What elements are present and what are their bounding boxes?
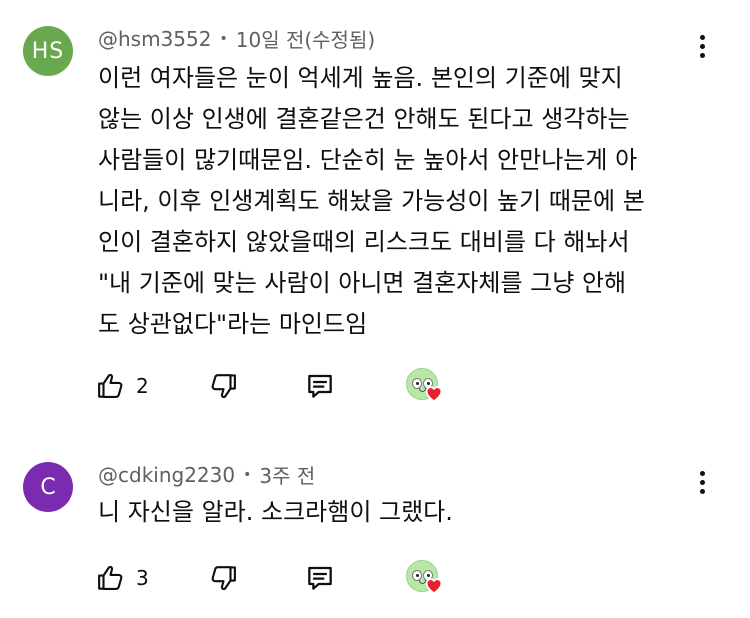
heart-icon bbox=[425, 386, 443, 402]
comment-meta: @cdking2230 • 3주 전 bbox=[98, 460, 315, 489]
comment-meta: @hsm3552 • 10일 전(수정됨) bbox=[98, 24, 375, 53]
thumbs-up-icon bbox=[98, 373, 123, 398]
comment-text: 니 자신을 알라. 소크라햄이 그랬다. bbox=[98, 492, 698, 533]
more-vertical-icon bbox=[699, 34, 705, 40]
like-button[interactable]: 2 bbox=[96, 366, 149, 406]
reply-comment-icon bbox=[308, 566, 332, 590]
creator-heart-badge bbox=[404, 558, 444, 598]
comment-line: 인이 결혼하지 않았을때의 리스크도 대비를 다 해놔서 bbox=[98, 228, 630, 256]
comment-line: 니 자신을 알라. 소크라햄이 그랬다. bbox=[98, 498, 453, 526]
comment-line: 니라, 이후 인생계획도 해놨을 가능성이 높기 때문에 본 bbox=[98, 187, 645, 215]
avatar-initials: C bbox=[40, 474, 56, 500]
thumbs-down-icon bbox=[211, 374, 236, 399]
meta-separator: • bbox=[243, 466, 252, 483]
creator-avatar bbox=[404, 366, 444, 406]
thumbs-down-icon bbox=[211, 566, 236, 591]
like-count: 2 bbox=[136, 374, 149, 398]
comment-actions: 2 bbox=[96, 366, 456, 406]
avatar[interactable]: C bbox=[23, 462, 73, 512]
author-handle[interactable]: @cdking2230 bbox=[98, 463, 235, 487]
dislike-button[interactable] bbox=[208, 558, 238, 598]
more-vertical-icon bbox=[699, 470, 705, 476]
avatar-initials: HS bbox=[31, 38, 65, 64]
avatar[interactable]: HS bbox=[23, 26, 73, 76]
comment-line: "내 기준에 맞는 사람이 아니면 결혼자체를 그냥 안해 bbox=[98, 269, 627, 297]
creator-heart-badge bbox=[404, 366, 444, 406]
comment-line: 도 상관없다"라는 마인드임 bbox=[98, 310, 368, 338]
thumbs-up-icon bbox=[98, 565, 123, 590]
heart-icon bbox=[425, 578, 443, 594]
comment-actions: 3 bbox=[96, 558, 456, 598]
author-handle[interactable]: @hsm3552 bbox=[98, 27, 211, 51]
reply-button[interactable] bbox=[304, 558, 336, 598]
dislike-button[interactable] bbox=[208, 366, 238, 406]
comment-line: 사람들이 많기때문임. 단순히 눈 높아서 안만나는게 아 bbox=[98, 146, 638, 174]
like-count: 3 bbox=[136, 566, 149, 590]
reply-comment-icon bbox=[308, 374, 332, 398]
comment-line: 이런 여자들은 눈이 억세게 높음. 본인의 기준에 맞지 bbox=[98, 64, 623, 92]
comment-time[interactable]: 10일 전(수정됨) bbox=[236, 24, 375, 53]
creator-avatar bbox=[404, 558, 444, 598]
comment-line: 않는 이상 인생에 결혼같은건 안해도 된다고 생각하는 bbox=[98, 105, 630, 133]
meta-separator: • bbox=[219, 30, 228, 47]
reply-button[interactable] bbox=[304, 366, 336, 406]
comment-text: 이런 여자들은 눈이 억세게 높음. 본인의 기준에 맞지않는 이상 인생에 결… bbox=[98, 58, 698, 345]
comment-time[interactable]: 3주 전 bbox=[259, 460, 315, 489]
like-button[interactable]: 3 bbox=[96, 558, 149, 598]
